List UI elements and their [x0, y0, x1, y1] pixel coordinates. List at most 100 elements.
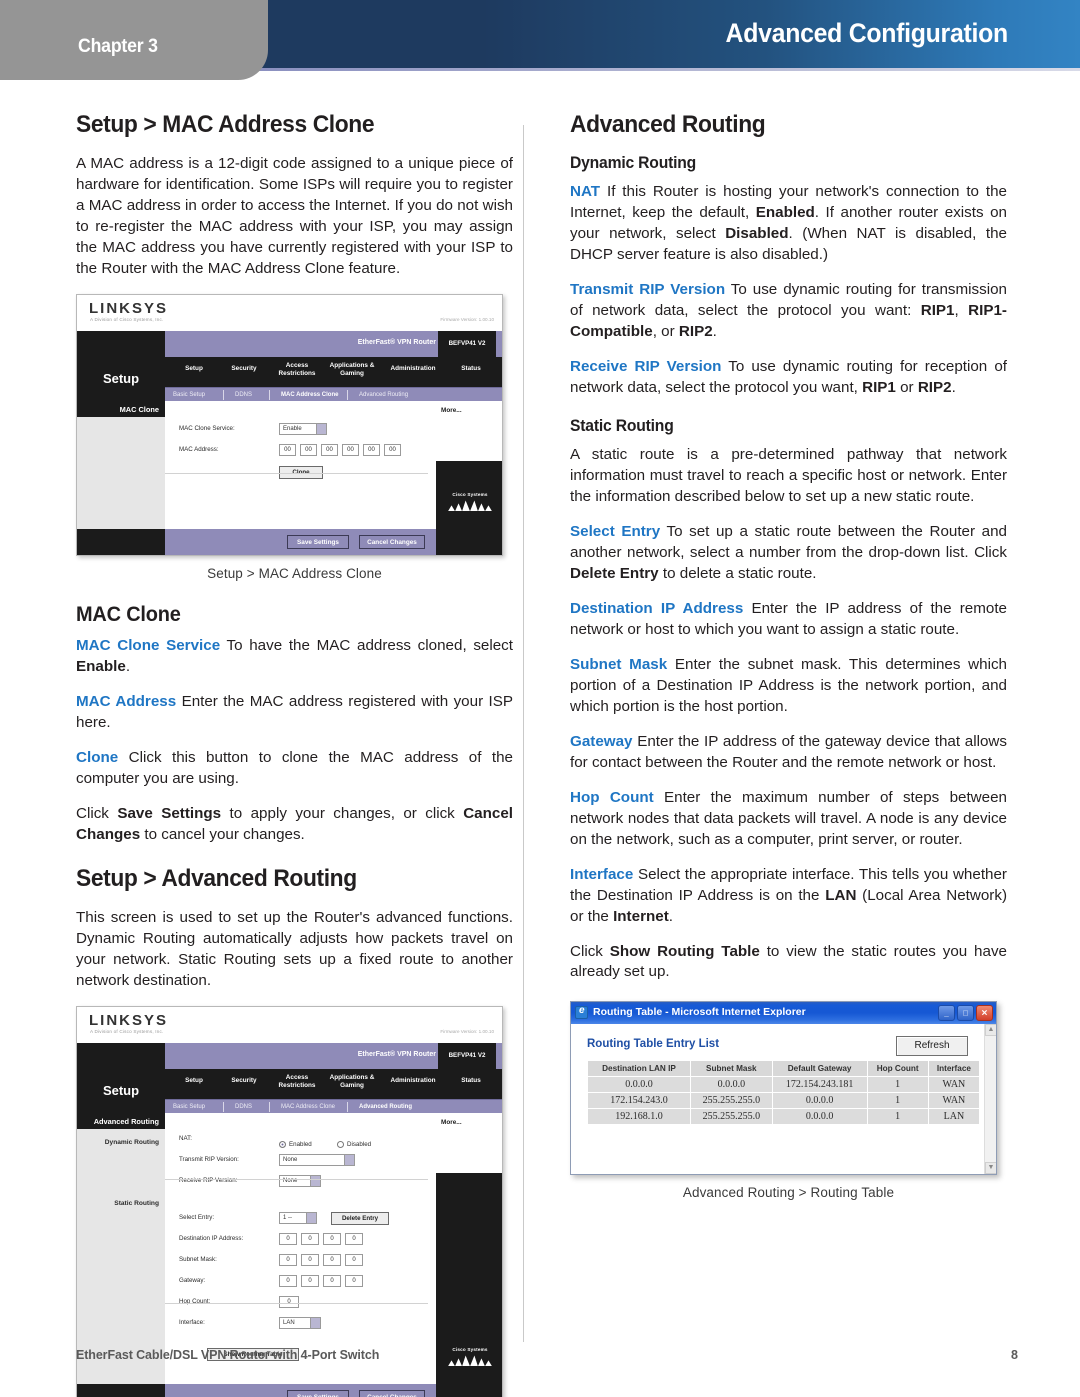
subnet-octet-3[interactable]: 0: [323, 1254, 341, 1267]
select-entry-value: 1 --: [283, 1215, 292, 1222]
mac-octet-1[interactable]: 00: [279, 444, 296, 457]
dest-ip-octet-4[interactable]: 0: [345, 1233, 363, 1246]
vertical-scrollbar[interactable]: ▲ ▼: [984, 1024, 996, 1175]
text-rip2-bold: RIP2: [917, 379, 952, 397]
select-entry-select[interactable]: 1 --: [279, 1212, 317, 1225]
receive-rip-version-select[interactable]: None: [279, 1175, 321, 1188]
menu-item-security[interactable]: Security: [219, 365, 269, 373]
maximize-button[interactable]: □: [957, 1005, 974, 1022]
nat-label: NAT:: [179, 1135, 192, 1143]
chapter-tab: Chapter 3: [0, 0, 268, 80]
menu-item-administration[interactable]: Administration: [381, 1077, 445, 1085]
cancel-changes-button[interactable]: Cancel Changes: [359, 1390, 425, 1397]
submenu-item-basic-setup[interactable]: Basic Setup: [173, 392, 205, 398]
submenu-item-advanced-routing[interactable]: Advanced Routing: [359, 1104, 412, 1110]
dest-ip-octet-1[interactable]: 0: [279, 1233, 297, 1246]
submenu-item-advanced-routing[interactable]: Advanced Routing: [359, 392, 408, 398]
text-interface-tail: .: [668, 907, 673, 925]
help-more-link[interactable]: More...: [436, 401, 502, 462]
dest-ip-octet-2[interactable]: 0: [301, 1233, 319, 1246]
mac-clone-service-value: Enable: [283, 426, 302, 433]
subnet-octet-1[interactable]: 0: [279, 1254, 297, 1267]
routing-table: Destination LAN IP Subnet Mask Default G…: [587, 1060, 981, 1126]
nat-disabled-radio[interactable]: Disabled: [337, 1136, 371, 1154]
nat-enabled-radio[interactable]: Enabled: [279, 1136, 312, 1154]
scroll-up-icon[interactable]: ▲: [985, 1024, 996, 1037]
delete-entry-button[interactable]: Delete Entry: [331, 1212, 389, 1226]
menu-item-administration[interactable]: Administration: [381, 365, 445, 373]
menu-item-access-restrictions[interactable]: Access Restrictions: [271, 1074, 323, 1090]
linksys-brand-bar: LINKSYS A Division of Cisco Systems, Inc…: [77, 1007, 502, 1044]
minimize-button[interactable]: _: [938, 1005, 955, 1022]
save-settings-button[interactable]: Save Settings: [287, 535, 349, 550]
menu-item-setup[interactable]: Setup: [173, 1077, 215, 1085]
heading-static-routing: Static Routing: [570, 417, 674, 436]
linksys-logo: LINKSYS: [89, 1012, 169, 1030]
text-mac-clone-service-tail: .: [125, 658, 131, 676]
cancel-changes-button[interactable]: Cancel Changes: [359, 535, 425, 550]
menu-item-setup[interactable]: Setup: [173, 365, 215, 373]
mac-octet-6[interactable]: 00: [384, 444, 401, 457]
paragraph-mac-address: MAC Address Enter the MAC address regist…: [76, 692, 513, 734]
close-button[interactable]: ✕: [976, 1005, 993, 1022]
model-name-label: EtherFast® VPN Router: [357, 339, 436, 347]
submenu-divider-icon: [347, 390, 348, 401]
section-title-setup: Setup: [102, 371, 140, 387]
submenu-item-ddns[interactable]: DDNS: [235, 1104, 252, 1110]
refresh-button[interactable]: Refresh: [896, 1036, 968, 1057]
destination-ip-address-label: Destination IP Address:: [179, 1235, 244, 1243]
mac-octet-3[interactable]: 00: [321, 444, 338, 457]
submenu-item-ddns[interactable]: DDNS: [235, 392, 252, 398]
submenu-item-mac-address-clone[interactable]: MAC Address Clone: [281, 1104, 335, 1110]
paragraph-transmit-rip-version: Transmit RIP Version To use dynamic rout…: [570, 280, 1007, 343]
save-settings-button[interactable]: Save Settings: [287, 1390, 349, 1397]
mac-clone-service-select[interactable]: Enable: [279, 423, 327, 436]
nat-enabled-label: Enabled: [289, 1141, 312, 1149]
subnet-octet-4[interactable]: 0: [345, 1254, 363, 1267]
figure-caption-mac-address-clone: Setup > MAC Address Clone: [207, 566, 382, 582]
gateway-octet-2[interactable]: 0: [301, 1275, 319, 1288]
menu-item-applications-gaming[interactable]: Applications & Gaming: [325, 1074, 379, 1090]
transmit-rip-version-select[interactable]: None: [279, 1154, 355, 1167]
menu-item-access-restrictions[interactable]: Access Restrictions: [271, 362, 323, 378]
heading-mac-clone: MAC Clone: [76, 603, 181, 627]
text-save-mid: to apply your changes, or click: [221, 805, 464, 823]
linksys-admin-ui-mac-clone: LINKSYS A Division of Cisco Systems, Inc…: [76, 294, 503, 557]
submenu-divider-icon: [223, 390, 224, 401]
scroll-down-icon[interactable]: ▼: [985, 1162, 996, 1175]
interface-select[interactable]: LAN: [279, 1317, 321, 1330]
gateway-octet-4[interactable]: 0: [345, 1275, 363, 1288]
menu-item-applications-gaming[interactable]: Applications & Gaming: [325, 362, 379, 378]
advanced-routing-form: NAT: Enabled Disabled Transmit RIP Versi…: [165, 1113, 436, 1385]
paragraph-advanced-routing-intro: This screen is used to set up the Router…: [76, 909, 513, 990]
linksys-content-area: MAC Clone More... Cisco Systems MAC Clon…: [77, 401, 502, 530]
submenu-item-mac-address-clone[interactable]: MAC Address Clone: [281, 392, 338, 398]
mac-octet-4[interactable]: 00: [342, 444, 359, 457]
term-interface: Interface: [570, 865, 634, 883]
text-receive-tail: .: [951, 379, 956, 397]
menu-item-security[interactable]: Security: [219, 1077, 269, 1085]
mac-octet-2[interactable]: 00: [300, 444, 317, 457]
subnet-octet-2[interactable]: 0: [301, 1254, 319, 1267]
gateway-octet-1[interactable]: 0: [279, 1275, 297, 1288]
gateway-octet-3[interactable]: 0: [323, 1275, 341, 1288]
column-divider: [523, 125, 524, 1330]
linksys-sub-menu: Basic Setup DDNS MAC Address Clone Advan…: [165, 1099, 502, 1114]
ie-title-bar[interactable]: Routing Table - Microsoft Internet Explo…: [571, 1002, 996, 1025]
cell-destination-lan-ip: 172.154.243.0: [587, 1092, 691, 1110]
submenu-item-basic-setup[interactable]: Basic Setup: [173, 1104, 205, 1110]
help-more-link[interactable]: More...: [436, 1113, 502, 1174]
menu-item-status[interactable]: Status: [449, 1077, 493, 1085]
hop-count-input[interactable]: 0: [279, 1296, 299, 1309]
term-destination-ip-address: Destination IP Address: [570, 599, 744, 617]
figure-caption-routing-table: Advanced Routing > Routing Table: [682, 1185, 895, 1201]
term-hop-count: Hop Count: [570, 788, 654, 806]
text-transmit-c2: , or: [652, 323, 679, 341]
model-number-label: BEFVP41 V2: [438, 331, 496, 358]
menu-item-status[interactable]: Status: [449, 365, 493, 373]
linksys-footer-bar: Save Settings Cancel Changes: [77, 1384, 502, 1397]
linksys-sidebar: Advanced Routing Dynamic Routing Static …: [77, 1113, 165, 1385]
dest-ip-octet-3[interactable]: 0: [323, 1233, 341, 1246]
mac-octet-5[interactable]: 00: [363, 444, 380, 457]
paragraph-hop-count: Hop Count Enter the maximum number of st…: [570, 788, 1007, 851]
